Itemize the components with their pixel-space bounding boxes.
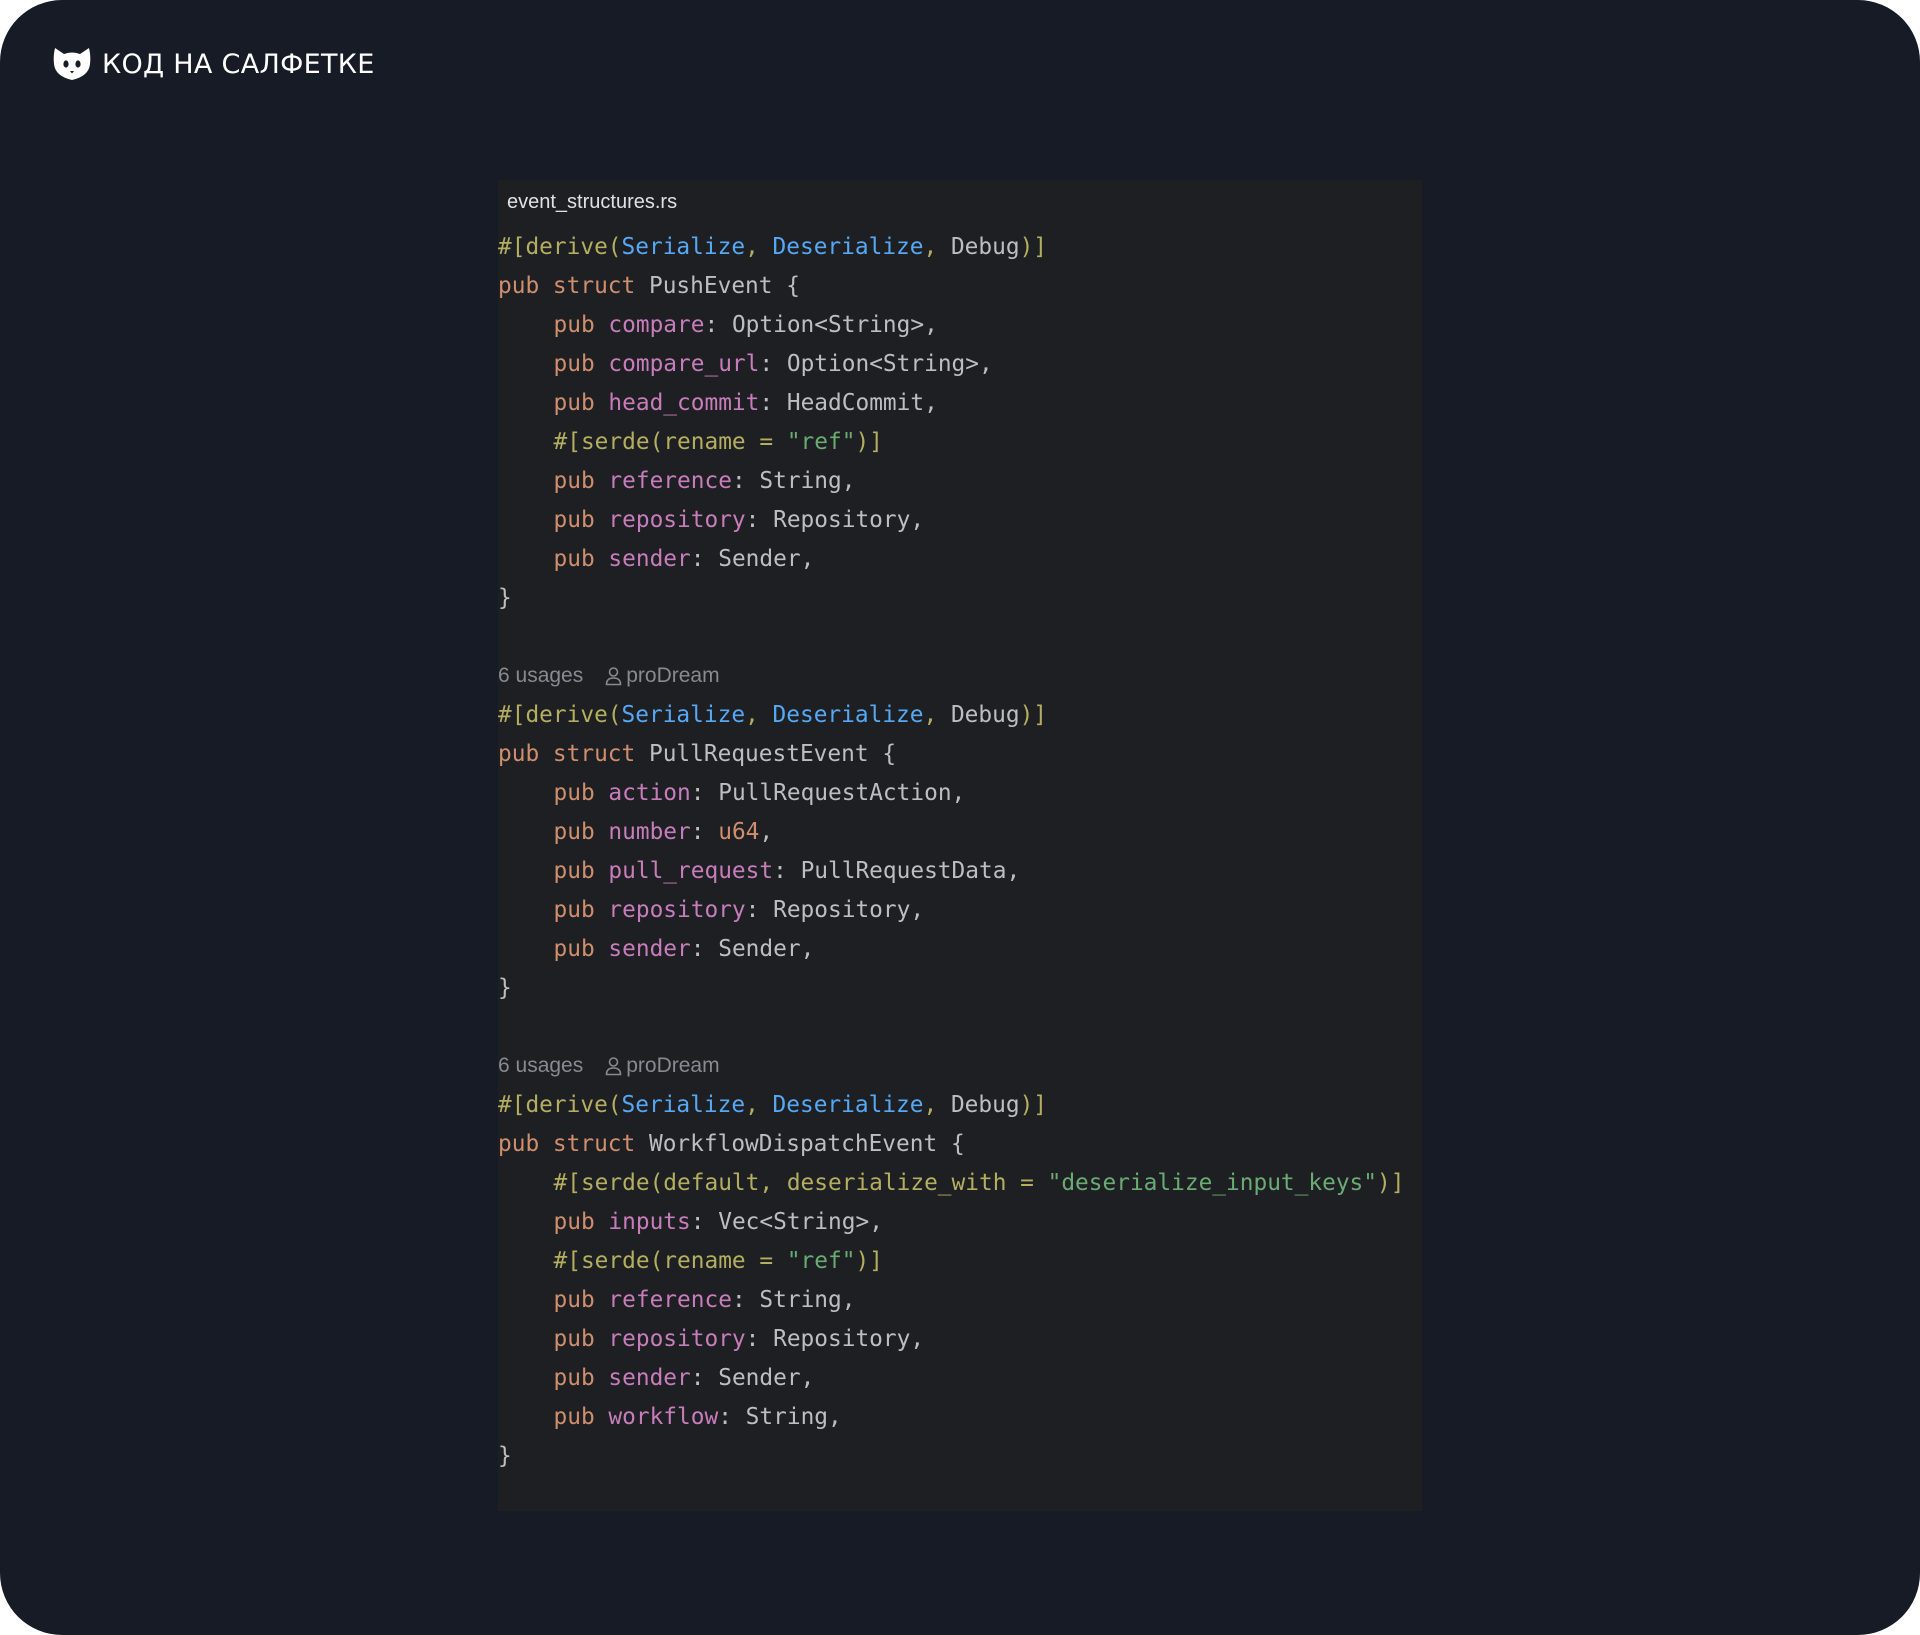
file-name-label: event_structures.rs bbox=[507, 191, 678, 213]
code-line-attribute: #[serde(default, deserialize_with = "des… bbox=[553, 1169, 1405, 1196]
user-icon bbox=[605, 666, 626, 686]
usages-link[interactable]: 6 usages bbox=[498, 1054, 583, 1078]
code-line-struct-header: pub struct PushEvent { bbox=[498, 272, 800, 299]
author-hint[interactable]: proDream bbox=[605, 663, 720, 688]
cat-logo-icon bbox=[52, 44, 92, 84]
author-hint[interactable]: proDream bbox=[605, 1053, 720, 1078]
struct-name: PushEvent bbox=[648, 272, 773, 299]
author-name: proDream bbox=[626, 1053, 720, 1077]
code-editor-panel: event_structures.rs #[derive(Serialize, … bbox=[498, 180, 1422, 1511]
code-vision-hint[interactable]: 6 usages proDream bbox=[498, 1046, 1422, 1085]
code-line-struct-header: pub struct WorkflowDispatchEvent { bbox=[498, 1130, 965, 1157]
code-line-closing-brace: } bbox=[498, 1442, 512, 1469]
code-line-attribute: #[serde(rename = "ref")] bbox=[553, 1247, 883, 1274]
code-line-attribute: #[derive(Serialize, Deserialize, Debug)] bbox=[498, 233, 1048, 260]
code-line-field: pub head_commit: HeadCommit, bbox=[553, 389, 938, 416]
struct-name: WorkflowDispatchEvent bbox=[648, 1130, 938, 1157]
code-line-field: pub repository: Repository, bbox=[553, 506, 925, 533]
brand-header[interactable]: КОД НА САЛФЕТКЕ bbox=[52, 44, 375, 84]
code-line-field: pub sender: Sender, bbox=[553, 545, 815, 572]
usages-link[interactable]: 6 usages bbox=[498, 664, 583, 688]
code-line-closing-brace: } bbox=[498, 974, 512, 1001]
code-line-field: pub reference: String, bbox=[553, 467, 856, 494]
struct-name: PullRequestEvent bbox=[648, 740, 869, 767]
code-block: #[derive(Serialize, Deserialize, Debug)]… bbox=[498, 227, 1422, 1475]
code-line-field: pub number: u64, bbox=[553, 818, 774, 845]
code-line-closing-brace: } bbox=[498, 584, 512, 611]
code-line-attribute: #[derive(Serialize, Deserialize, Debug)] bbox=[498, 1091, 1048, 1118]
code-line-field: pub sender: Sender, bbox=[553, 1364, 815, 1391]
page-background: КОД НА САЛФЕТКЕ event_structures.rs #[de… bbox=[0, 0, 1920, 1635]
code-vision-hint[interactable]: 6 usages proDream bbox=[498, 656, 1422, 695]
brand-title: КОД НА САЛФЕТКЕ bbox=[102, 48, 375, 80]
code-line-attribute: #[serde(rename = "ref")] bbox=[553, 428, 883, 455]
user-icon bbox=[605, 1056, 626, 1076]
code-line-field: pub repository: Repository, bbox=[553, 896, 925, 923]
code-line-attribute: #[derive(Serialize, Deserialize, Debug)] bbox=[498, 701, 1048, 728]
code-line-field: pub compare: Option<String>, bbox=[553, 311, 938, 338]
code-line-field: pub repository: Repository, bbox=[553, 1325, 925, 1352]
code-line-field: pub inputs: Vec<String>, bbox=[553, 1208, 883, 1235]
code-line-field: pub pull_request: PullRequestData, bbox=[553, 857, 1021, 884]
code-line-field: pub action: PullRequestAction, bbox=[553, 779, 966, 806]
code-line-field: pub compare_url: Option<String>, bbox=[553, 350, 993, 377]
code-line-field: pub workflow: String, bbox=[553, 1403, 842, 1430]
author-name: proDream bbox=[626, 663, 720, 687]
code-line-field: pub sender: Sender, bbox=[553, 935, 815, 962]
code-line-field: pub reference: String, bbox=[553, 1286, 856, 1313]
code-line-struct-header: pub struct PullRequestEvent { bbox=[498, 740, 897, 767]
